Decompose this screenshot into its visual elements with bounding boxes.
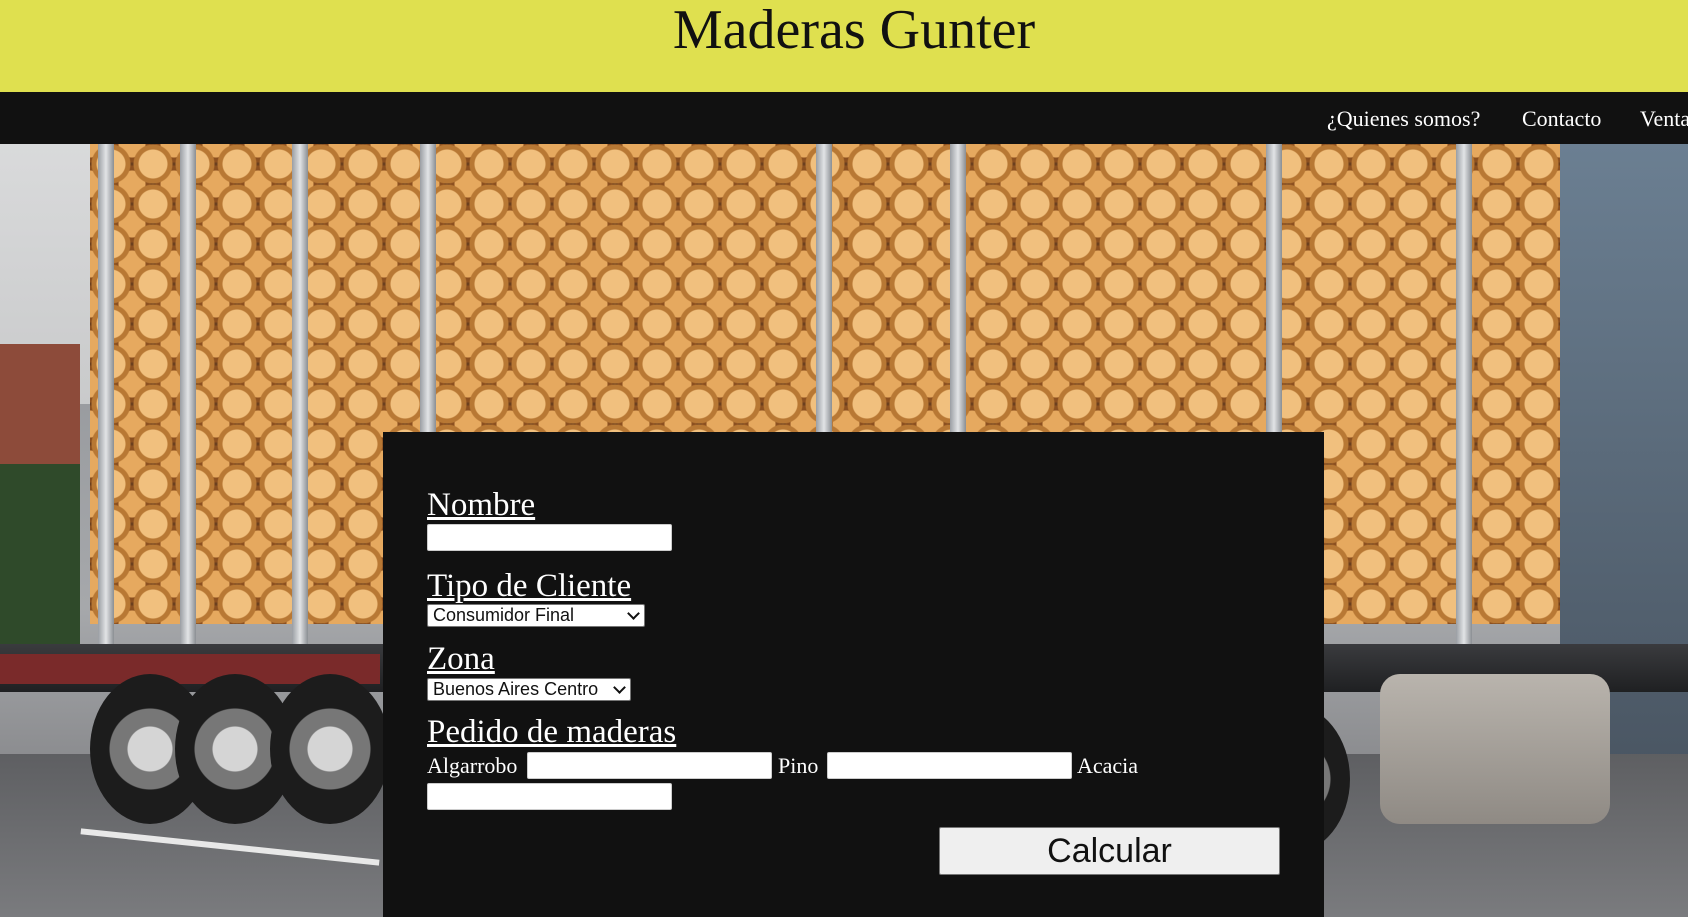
tipo-cliente-select[interactable]: Consumidor Final — [427, 604, 645, 627]
site-title: Maderas Gunter — [672, 0, 1036, 61]
trailer-post — [180, 144, 196, 664]
tipo-cliente-label: Tipo de Cliente — [427, 568, 632, 604]
acacia-label: Acacia — [1077, 753, 1139, 778]
zona-select[interactable]: Buenos Aires Centro — [427, 678, 631, 701]
trailer-post — [1456, 144, 1472, 664]
tipo-cliente-selected: Consumidor Final — [433, 605, 575, 625]
algarrobo-input[interactable] — [527, 752, 772, 779]
hero-background-photo: Nombre Tipo de Cliente Consumidor Final … — [0, 144, 1688, 917]
nav-link-venta[interactable]: Venta — [1640, 106, 1688, 132]
truck-wheel — [270, 674, 390, 824]
hedge — [0, 464, 80, 644]
calcular-button[interactable]: Calcular — [939, 827, 1280, 875]
zona-label: Zona — [427, 641, 495, 677]
site-header: Maderas Gunter — [0, 0, 1688, 92]
nombre-label: Nombre — [427, 487, 536, 523]
chevron-down-icon — [613, 681, 626, 694]
trailer-post — [98, 144, 114, 664]
algarrobo-label: Algarrobo — [427, 753, 518, 778]
zona-selected: Buenos Aires Centro — [433, 679, 599, 699]
pino-label: Pino — [778, 753, 819, 778]
top-navbar: ¿Quienes somos? Contacto Venta — [0, 92, 1688, 144]
fuel-tank — [1380, 674, 1610, 824]
chevron-down-icon — [627, 607, 640, 620]
acacia-input[interactable] — [427, 783, 672, 810]
nav-link-quienes-somos[interactable]: ¿Quienes somos? — [1327, 106, 1480, 132]
nombre-input[interactable] — [427, 524, 672, 551]
pino-input[interactable] — [827, 752, 1072, 779]
order-form-panel: Nombre Tipo de Cliente Consumidor Final … — [383, 432, 1324, 917]
house — [0, 344, 80, 464]
trailer-post — [292, 144, 308, 664]
pedido-label: Pedido de maderas — [427, 714, 677, 750]
nav-link-contacto[interactable]: Contacto — [1522, 106, 1601, 132]
